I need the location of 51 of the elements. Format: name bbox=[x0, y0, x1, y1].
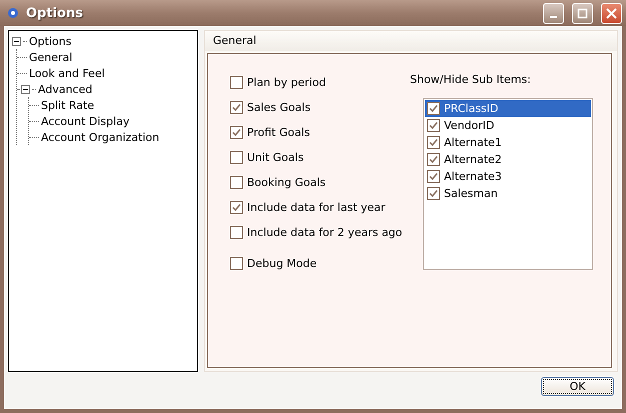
list-item[interactable]: VendorID bbox=[425, 117, 591, 134]
list-item[interactable]: PRClassID bbox=[425, 100, 591, 117]
checkbox[interactable] bbox=[230, 101, 243, 114]
ok-button[interactable]: OK bbox=[541, 377, 614, 396]
close-button[interactable] bbox=[601, 2, 622, 24]
tree-item[interactable]: Options bbox=[29, 34, 72, 48]
app-icon bbox=[6, 6, 20, 20]
tree-item[interactable]: General bbox=[29, 50, 72, 64]
panel-title: General bbox=[205, 31, 617, 51]
minimize-icon bbox=[550, 16, 557, 18]
checkbox[interactable] bbox=[427, 170, 440, 183]
list-item[interactable]: Alternate2 bbox=[425, 151, 591, 168]
tree-item[interactable]: Look and Feel bbox=[29, 66, 105, 80]
checkbox-label: Profit Goals bbox=[247, 126, 310, 139]
checkbox[interactable] bbox=[230, 201, 243, 214]
checkbox-label: Include data for last year bbox=[247, 201, 386, 214]
list-item[interactable]: Salesman bbox=[425, 185, 591, 202]
maximize-button[interactable] bbox=[572, 2, 593, 24]
checkbox[interactable] bbox=[230, 126, 243, 139]
list-item[interactable]: Alternate1 bbox=[425, 134, 591, 151]
list-label: Show/Hide Sub Items: bbox=[410, 73, 532, 86]
checkbox[interactable] bbox=[427, 136, 440, 149]
close-icon bbox=[606, 8, 617, 18]
checkbox[interactable] bbox=[427, 102, 440, 115]
checkbox-label: Unit Goals bbox=[247, 151, 304, 164]
tree-item[interactable]: Advanced bbox=[38, 82, 92, 96]
checkbox[interactable] bbox=[230, 176, 243, 189]
checkbox-label: Sales Goals bbox=[247, 101, 311, 114]
minimize-button[interactable] bbox=[543, 2, 564, 24]
collapse-icon[interactable] bbox=[21, 84, 30, 94]
checkbox[interactable] bbox=[230, 151, 243, 164]
list-item[interactable]: Alternate3 bbox=[425, 168, 591, 185]
checkbox[interactable] bbox=[230, 257, 243, 270]
check-icon bbox=[232, 128, 241, 137]
checkbox[interactable] bbox=[427, 119, 440, 132]
check-icon bbox=[232, 103, 241, 112]
checkbox[interactable] bbox=[427, 187, 440, 200]
window-title: Options bbox=[26, 6, 84, 20]
collapse-icon[interactable] bbox=[12, 36, 21, 46]
check-icon bbox=[232, 203, 241, 212]
checkbox-label: Debug Mode bbox=[247, 257, 317, 270]
checkbox[interactable] bbox=[230, 76, 243, 89]
tree-item[interactable]: Account Display bbox=[41, 114, 130, 128]
checkbox[interactable] bbox=[427, 153, 440, 166]
checkbox-label: Booking Goals bbox=[247, 176, 326, 189]
checkbox-label: Plan by period bbox=[247, 76, 326, 89]
checkbox[interactable] bbox=[230, 226, 243, 239]
checkbox-label: Include data for 2 years ago bbox=[247, 226, 402, 239]
tree-item[interactable]: Account Organization bbox=[41, 130, 160, 144]
maximize-icon bbox=[577, 8, 588, 18]
tree-item[interactable]: Split Rate bbox=[41, 98, 94, 112]
